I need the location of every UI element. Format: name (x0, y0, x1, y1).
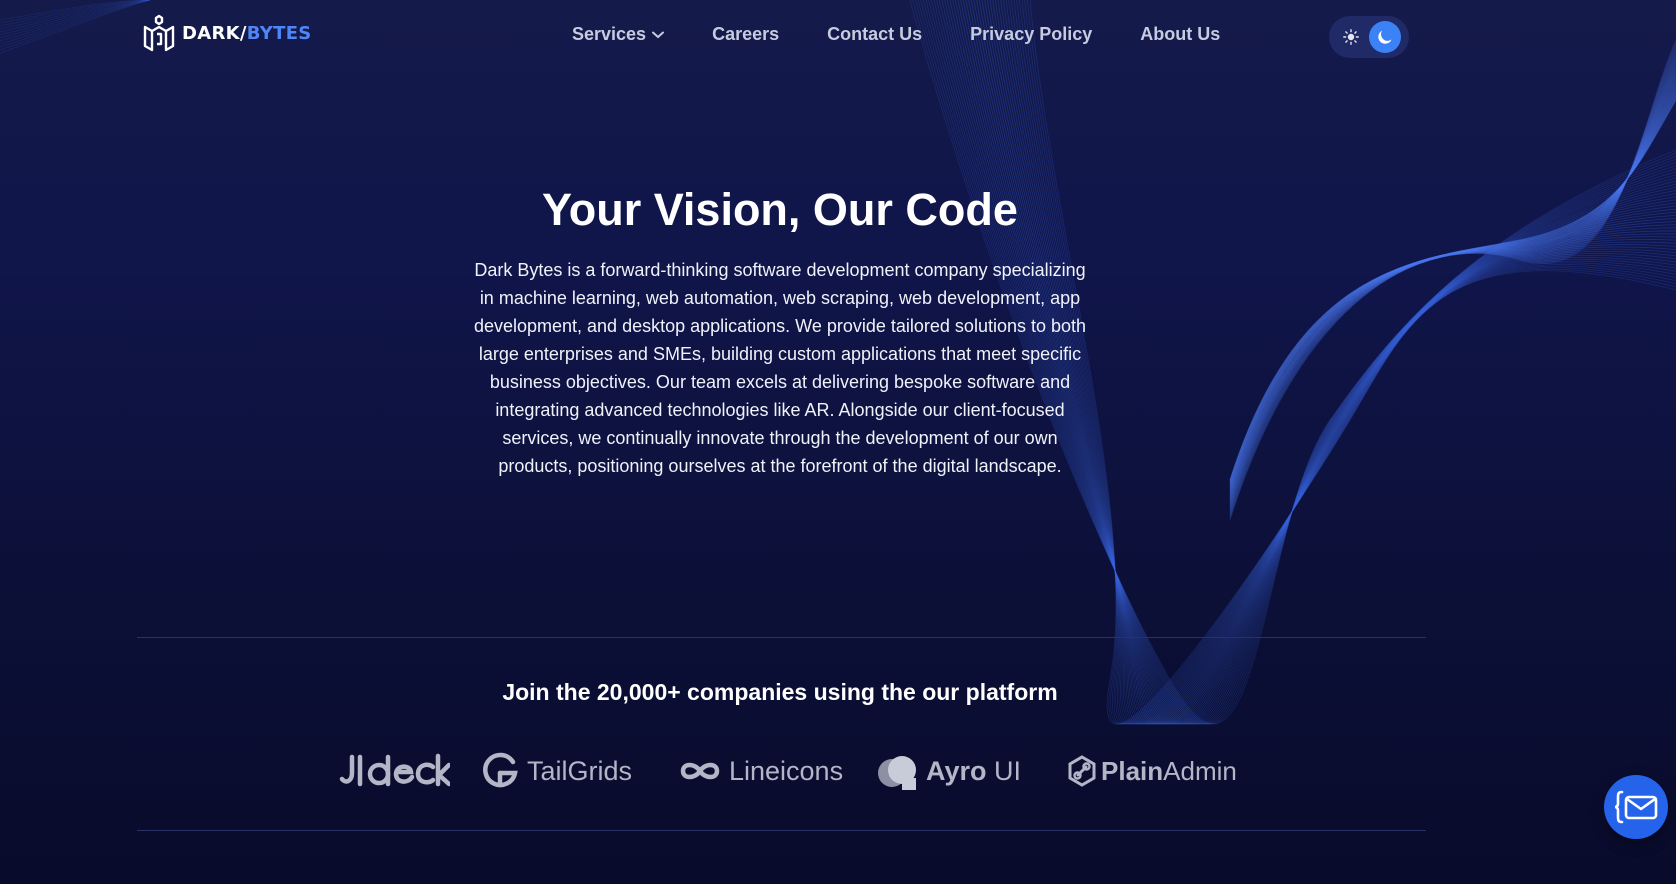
cube-logo-icon (143, 14, 175, 52)
nav-item-services[interactable]: Services (572, 24, 665, 45)
section-divider (137, 830, 1426, 831)
main-nav: Services Careers Contact Us Privacy Poli… (572, 24, 1220, 45)
sun-icon (1343, 29, 1359, 45)
brand-name-dark: DARK/ (182, 22, 247, 44)
brand-logo-plainadmin[interactable]: PlainAdmin (1066, 746, 1237, 796)
brand-name: TailGrids (527, 755, 633, 786)
nav-item-privacy-policy[interactable]: Privacy Policy (970, 24, 1092, 45)
hero-title: Your Vision, Our Code (542, 184, 1018, 235)
theme-toggle[interactable] (1329, 16, 1409, 58)
tailgrids-logo-icon (483, 752, 518, 788)
brand-name-suffix: Admin (1163, 755, 1237, 786)
brand-name-bytes: BYTES (246, 22, 312, 44)
theme-toggle-knob (1369, 21, 1401, 53)
plainadmin-logo-icon (1068, 755, 1096, 787)
nav-item-label: Careers (712, 24, 780, 44)
contact-mail-button[interactable] (1604, 775, 1668, 839)
nav-item-label: Privacy Policy (970, 24, 1093, 44)
brand-name-main: Ayro (926, 755, 987, 786)
nav-item-contact-us[interactable]: Contact Us (827, 24, 922, 45)
section-divider (137, 637, 1426, 638)
hero-description: Dark Bytes is a forward-thinking softwar… (473, 260, 1087, 476)
moon-icon (1378, 30, 1392, 44)
nav-item-label: About Us (1140, 24, 1221, 44)
brand-logo-tailgrids[interactable]: TailGrids (481, 746, 632, 796)
brand-logos: TailGrids Lineicons Ayro UI PlainAdmin (0, 746, 1676, 796)
nav-item-about-us[interactable]: About Us (1140, 24, 1220, 45)
nav-item-label: Contact Us (827, 24, 923, 44)
site-header: DARK/BYTES Services Careers Contact Us P… (0, 0, 1676, 72)
infinity-icon (680, 762, 720, 780)
brand-logo[interactable]: DARK/BYTES (142, 14, 312, 52)
brand-name: Lineicons (729, 755, 844, 786)
brand-name-suffix: UI (986, 755, 1022, 786)
nav-item-label: Services (572, 24, 647, 44)
brand-name-main: Plain (1101, 755, 1164, 786)
brand-logo-uideck[interactable] (338, 746, 450, 796)
mail-braces-icon (1614, 790, 1658, 824)
brand-logo-ayro-ui[interactable]: Ayro UI (876, 746, 1021, 796)
nav-item-careers[interactable]: Careers (712, 24, 779, 45)
ayro-logo-icon (878, 756, 916, 790)
chevron-down-icon (652, 31, 665, 38)
brand-logo-lineicons[interactable]: Lineicons (679, 746, 843, 796)
companies-title: Join the 20,000+ companies using the our… (502, 679, 1058, 705)
uideck-logo (339, 753, 450, 787)
